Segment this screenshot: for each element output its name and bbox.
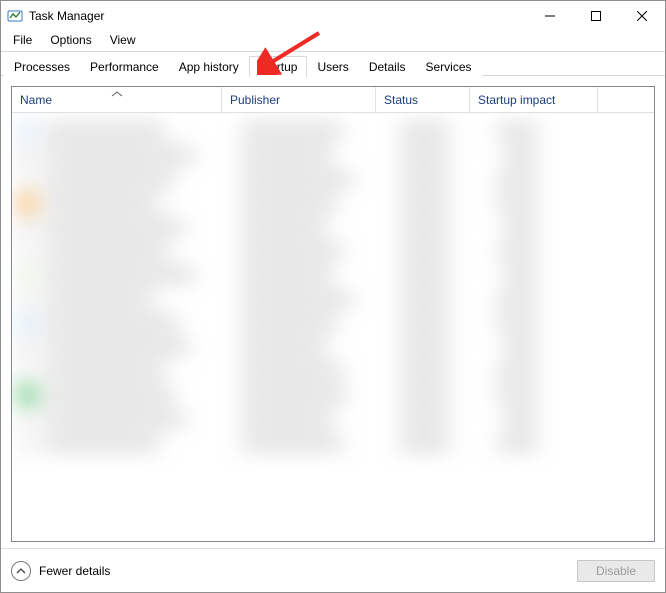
column-headers: Name Publisher Status Startup impact <box>12 87 654 113</box>
disable-button: Disable <box>577 560 655 582</box>
footer: Fewer details Disable <box>1 548 665 592</box>
close-button[interactable] <box>619 1 665 31</box>
column-header-startup-impact[interactable]: Startup impact <box>470 87 598 112</box>
maximize-button[interactable] <box>573 1 619 31</box>
content-area: Name Publisher Status Startup impact <box>1 76 665 548</box>
tab-processes[interactable]: Processes <box>4 56 80 77</box>
blurred-rows <box>12 113 654 541</box>
sort-indicator-icon <box>111 86 123 100</box>
task-manager-icon <box>7 8 23 24</box>
window-controls <box>527 1 665 31</box>
tab-services[interactable]: Services <box>416 56 482 77</box>
task-manager-window: Task Manager File Options View Processes <box>0 0 666 593</box>
column-header-name-label: Name <box>20 93 52 107</box>
column-header-publisher[interactable]: Publisher <box>222 87 376 112</box>
tab-performance[interactable]: Performance <box>80 56 169 77</box>
list-body <box>12 113 654 541</box>
menubar: File Options View <box>1 31 665 51</box>
startup-listview[interactable]: Name Publisher Status Startup impact <box>11 86 655 542</box>
window-title: Task Manager <box>29 9 104 23</box>
disable-button-label: Disable <box>596 564 636 578</box>
column-header-startup-impact-label: Startup impact <box>478 93 555 107</box>
menu-options[interactable]: Options <box>42 32 99 48</box>
tab-app-history[interactable]: App history <box>169 56 249 77</box>
column-header-publisher-label: Publisher <box>230 93 280 107</box>
tab-users[interactable]: Users <box>307 56 358 77</box>
minimize-button[interactable] <box>527 1 573 31</box>
titlebar: Task Manager <box>1 1 665 31</box>
column-header-status-label: Status <box>384 93 418 107</box>
column-header-spacer <box>598 87 654 112</box>
column-header-status[interactable]: Status <box>376 87 470 112</box>
menu-file[interactable]: File <box>5 32 40 48</box>
tab-details[interactable]: Details <box>359 56 416 77</box>
chevron-up-circle-icon <box>11 561 31 581</box>
fewer-details-button[interactable]: Fewer details <box>11 561 110 581</box>
fewer-details-label: Fewer details <box>39 564 110 578</box>
menu-view[interactable]: View <box>102 32 144 48</box>
tabstrip: Processes Performance App history Startu… <box>1 51 665 76</box>
tab-startup[interactable]: Startup <box>249 56 308 77</box>
column-header-name[interactable]: Name <box>12 87 222 112</box>
